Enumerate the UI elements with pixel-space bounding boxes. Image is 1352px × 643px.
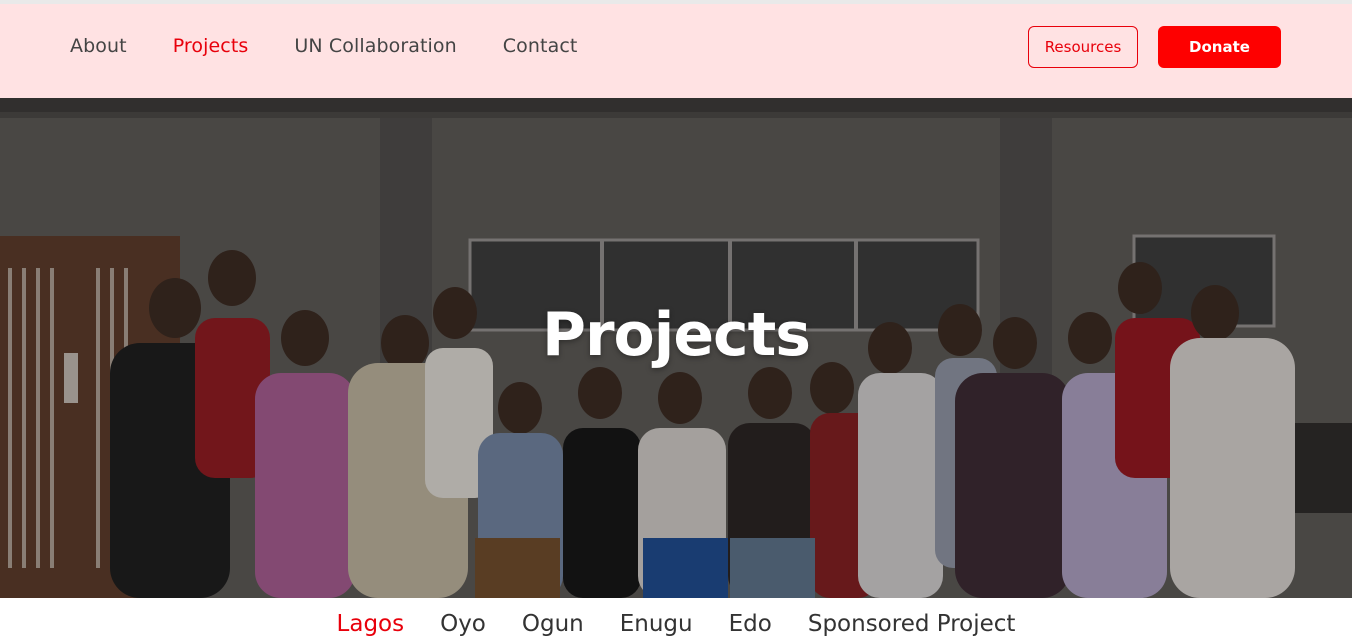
state-tabs: Lagos Oyo Ogun Enugu Edo Sponsored Proje…: [0, 598, 1352, 643]
tab-ogun[interactable]: Ogun: [522, 611, 584, 637]
nav-link-un-collaboration[interactable]: UN Collaboration: [294, 35, 456, 57]
tab-lagos[interactable]: Lagos: [337, 611, 405, 637]
tab-sponsored-project[interactable]: Sponsored Project: [808, 611, 1016, 637]
nav-link-projects[interactable]: Projects: [173, 35, 249, 57]
page-title: Projects: [541, 300, 811, 370]
main-nav: About Projects UN Collaboration Contact: [70, 35, 623, 57]
tab-enugu[interactable]: Enugu: [620, 611, 693, 637]
tab-edo[interactable]: Edo: [729, 611, 772, 637]
tab-oyo[interactable]: Oyo: [440, 611, 486, 637]
navbar: About Projects UN Collaboration Contact …: [0, 4, 1352, 98]
nav-link-contact[interactable]: Contact: [503, 35, 578, 57]
nav-link-about[interactable]: About: [70, 35, 127, 57]
donate-button[interactable]: Donate: [1158, 26, 1281, 68]
resources-button[interactable]: Resources: [1028, 26, 1138, 68]
hero-banner: Projects: [0, 98, 1352, 598]
